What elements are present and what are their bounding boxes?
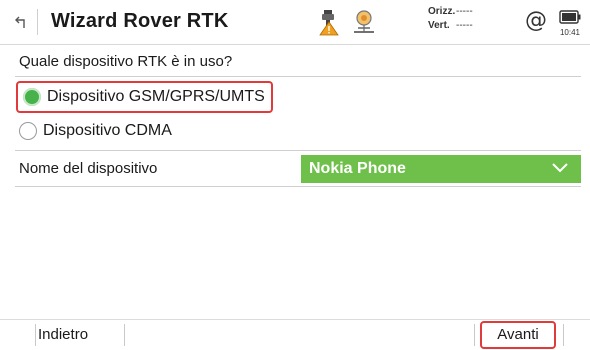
device-name-label: Nome del dispositivo [19,160,158,177]
option-label: Dispositivo GSM/GPRS/UMTS [47,88,265,105]
header-bar: Wizard Rover RTK Orizz. ----- Vert. ----… [0,0,590,45]
chevron-down-icon [552,163,568,173]
option-gsm-gprs-umts[interactable]: Dispositivo GSM/GPRS/UMTS [16,81,273,113]
footer-divider [124,324,125,346]
battery-icon: 10:41 [556,8,584,38]
rover-icon[interactable] [350,8,378,36]
vertical-label: Vert. [428,20,450,31]
option-label: Dispositivo CDMA [43,122,172,139]
at-icon[interactable]: @ [523,8,549,34]
vertical-value: ----- [456,20,473,31]
divider [15,150,581,151]
option-cdma[interactable]: Dispositivo CDMA [19,115,172,147]
clock: 10:41 [559,28,581,37]
divider [15,186,581,187]
footer-divider [35,324,36,346]
radio-unselected-icon[interactable] [19,122,37,140]
back-button[interactable]: Indietro [38,322,88,348]
radio-selected-icon[interactable] [23,88,41,106]
antenna-warning-icon[interactable] [318,8,340,36]
footer-bar: Indietro Avanti [0,319,590,350]
footer-divider [474,324,475,346]
horizontal-value: ----- [456,6,473,17]
device-name-dropdown[interactable]: Nokia Phone [301,155,581,183]
divider [15,76,581,77]
footer-divider [563,324,564,346]
question-label: Quale dispositivo RTK è in uso? [19,53,233,70]
device-name-value: Nokia Phone [309,160,406,177]
back-arrow-icon[interactable] [8,8,36,36]
next-button[interactable]: Avanti [480,321,556,349]
orientation-status: Orizz. ----- Vert. ----- [428,5,498,39]
header-divider [37,9,38,35]
horizontal-label: Orizz. [428,6,456,17]
page-title: Wizard Rover RTK [51,10,229,32]
